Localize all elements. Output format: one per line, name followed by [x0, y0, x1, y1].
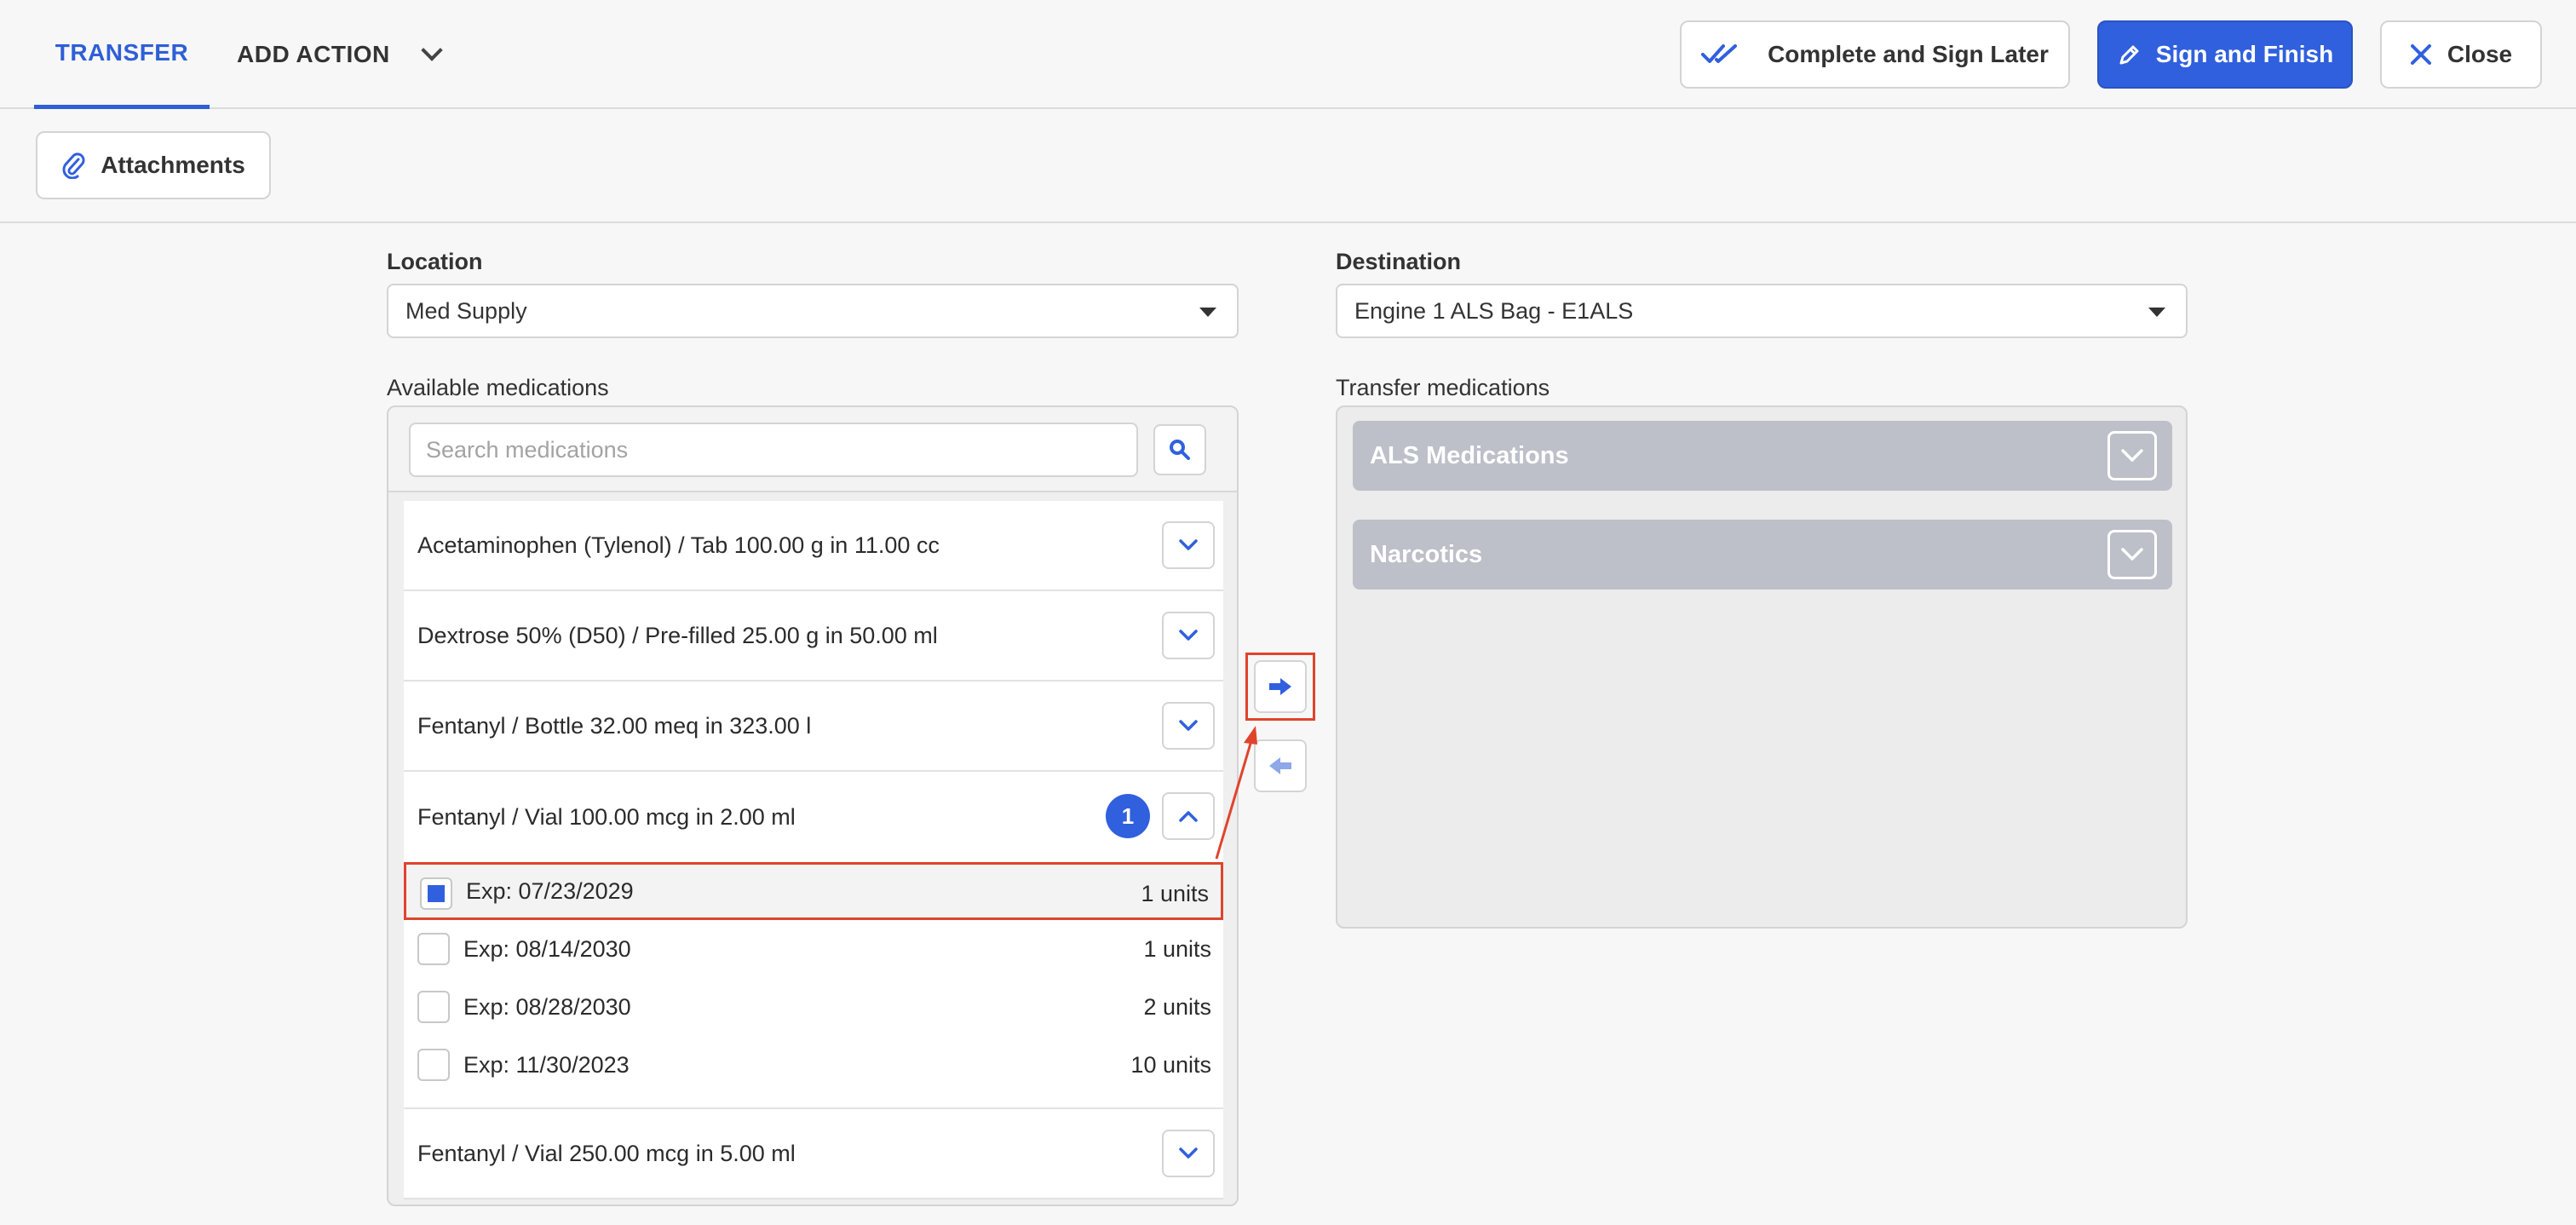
group-als-medications[interactable]: ALS Medications: [1353, 421, 2172, 491]
annotation-arrow: [1215, 726, 1257, 860]
group-expand-button[interactable]: [2107, 431, 2157, 480]
group-name: Narcotics: [1370, 540, 1483, 568]
group-narcotics[interactable]: Narcotics: [1353, 520, 2172, 589]
transfer-medications-label: Transfer medications: [1336, 375, 1550, 400]
group-name: ALS Medications: [1370, 441, 1569, 469]
chevron-down-icon: [2121, 449, 2143, 462]
chevron-down-icon: [2121, 548, 2143, 561]
group-expand-button[interactable]: [2107, 530, 2157, 579]
transfer-medications-panel: ALS Medications Narcotics: [1336, 405, 2188, 929]
